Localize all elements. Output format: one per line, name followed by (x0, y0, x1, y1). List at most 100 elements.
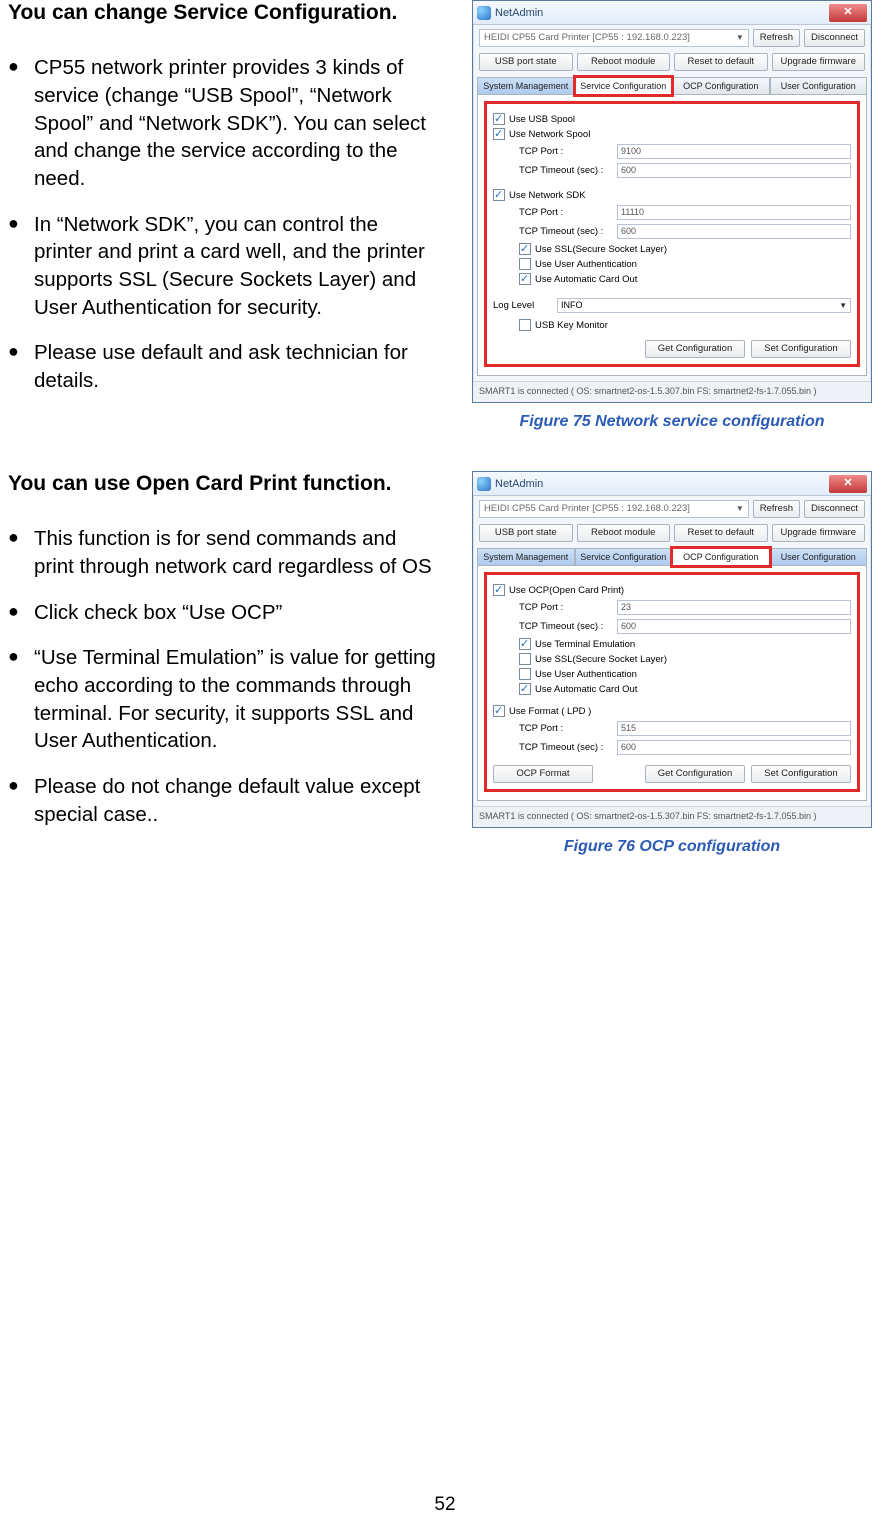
chevron-down-icon: ▼ (736, 501, 744, 517)
section2-figure: NetAdmin ✕ HEIDI CP55 Card Printer [CP55… (462, 471, 882, 856)
section1-bullets: CP55 network printer provides 3 kinds of… (8, 54, 438, 394)
use-auto-card-label: Use Automatic Card Out (535, 274, 637, 285)
use-ocp-label: Use OCP(Open Card Print) (509, 585, 624, 596)
use-auth-checkbox[interactable] (519, 258, 531, 270)
use-network-sdk-checkbox[interactable] (493, 189, 505, 201)
use-ssl-checkbox[interactable] (519, 653, 531, 665)
tcp-port-label: TCP Port : (519, 723, 609, 734)
use-auth-row: Use User Authentication (493, 258, 851, 270)
tcp-timeout-label: TCP Timeout (sec) : (519, 226, 609, 237)
window-title: NetAdmin (495, 478, 825, 490)
use-format-label: Use Format ( LPD ) (509, 706, 591, 717)
bullet-text: In “Network SDK”, you can control the pr… (8, 211, 438, 322)
highlighted-area: Use USB Spool Use Network Spool TCP Port… (484, 101, 860, 367)
set-configuration-button[interactable]: Set Configuration (751, 765, 851, 783)
use-ocp-row: Use OCP(Open Card Print) (493, 584, 851, 596)
tab-system-management[interactable]: System Management (477, 77, 575, 95)
tcp-port-row: TCP Port : 9100 (505, 144, 851, 159)
tcp-timeout-input[interactable]: 600 (617, 740, 851, 755)
use-terminal-label: Use Terminal Emulation (535, 639, 635, 650)
upgrade-firmware-button[interactable]: Upgrade firmware (772, 524, 866, 542)
refresh-button[interactable]: Refresh (753, 29, 800, 47)
get-configuration-button[interactable]: Get Configuration (645, 765, 745, 783)
use-usb-spool-row: Use USB Spool (493, 113, 851, 125)
section2-bullets: This function is for send commands and p… (8, 525, 438, 828)
use-network-spool-row: Use Network Spool (493, 128, 851, 140)
disconnect-button[interactable]: Disconnect (804, 29, 865, 47)
disconnect-button[interactable]: Disconnect (804, 500, 865, 518)
use-usb-spool-checkbox[interactable] (493, 113, 505, 125)
use-auth-label: Use User Authentication (535, 669, 637, 680)
use-ssl-row: Use SSL(Secure Socket Layer) (493, 653, 851, 665)
tcp-port-input[interactable]: 515 (617, 721, 851, 736)
tab-service-configuration[interactable]: Service Configuration (575, 77, 673, 95)
upgrade-firmware-button[interactable]: Upgrade firmware (772, 53, 866, 71)
reboot-button[interactable]: Reboot module (577, 524, 671, 542)
usb-key-monitor-row: USB Key Monitor (493, 319, 851, 331)
section-service-config: You can change Service Configuration. CP… (8, 0, 882, 431)
tcp-port-row-lpd: TCP Port : 515 (505, 721, 851, 736)
usb-port-state-button[interactable]: USB port state (479, 524, 573, 542)
titlebar: NetAdmin ✕ (473, 1, 871, 25)
use-ocp-checkbox[interactable] (493, 584, 505, 596)
refresh-button[interactable]: Refresh (753, 500, 800, 518)
tcp-timeout-input[interactable]: 600 (617, 224, 851, 239)
usb-key-monitor-checkbox[interactable] (519, 319, 531, 331)
tcp-timeout-input[interactable]: 600 (617, 619, 851, 634)
log-level-select[interactable]: INFO ▼ (557, 298, 851, 313)
section2-heading: You can use Open Card Print function. (8, 471, 438, 497)
tab-ocp-configuration[interactable]: OCP Configuration (672, 77, 770, 95)
use-ssl-label: Use SSL(Secure Socket Layer) (535, 654, 667, 665)
tab-user-configuration[interactable]: User Configuration (770, 77, 868, 95)
reset-default-button[interactable]: Reset to default (674, 524, 768, 542)
section1-text: You can change Service Configuration. CP… (8, 0, 462, 431)
use-format-checkbox[interactable] (493, 705, 505, 717)
tab-service-configuration[interactable]: Service Configuration (575, 548, 673, 566)
use-auth-checkbox[interactable] (519, 668, 531, 680)
use-terminal-checkbox[interactable] (519, 638, 531, 650)
usb-key-monitor-label: USB Key Monitor (535, 320, 608, 331)
status-bar: SMART1 is connected ( OS: smartnet2-os-1… (473, 381, 871, 402)
usb-port-state-button[interactable]: USB port state (479, 53, 573, 71)
use-auto-card-checkbox[interactable] (519, 273, 531, 285)
app-favicon-icon (477, 477, 491, 491)
status-bar: SMART1 is connected ( OS: smartnet2-os-1… (473, 806, 871, 827)
tcp-port-input[interactable]: 11110 (617, 205, 851, 220)
tcp-timeout-row: TCP Timeout (sec) : 600 (505, 619, 851, 634)
section1-figure: NetAdmin ✕ HEIDI CP55 Card Printer [CP55… (462, 0, 882, 431)
use-terminal-row: Use Terminal Emulation (493, 638, 851, 650)
tabs: System Management Service Configuration … (473, 77, 871, 95)
reset-default-button[interactable]: Reset to default (674, 53, 768, 71)
get-configuration-button[interactable]: Get Configuration (645, 340, 745, 358)
use-network-spool-checkbox[interactable] (493, 128, 505, 140)
log-level-label: Log Level (493, 300, 551, 311)
service-configuration-pane: Use USB Spool Use Network Spool TCP Port… (477, 94, 867, 376)
chevron-down-icon: ▼ (839, 299, 847, 312)
section1-heading: You can change Service Configuration. (8, 0, 438, 26)
tcp-port-input[interactable]: 9100 (617, 144, 851, 159)
use-auth-row: Use User Authentication (493, 668, 851, 680)
tab-ocp-configuration[interactable]: OCP Configuration (672, 548, 770, 566)
use-network-spool-label: Use Network Spool (509, 129, 590, 140)
section2-text: You can use Open Card Print function. Th… (8, 471, 462, 856)
bullet-text: This function is for send commands and p… (8, 525, 438, 580)
printer-address-value: HEIDI CP55 Card Printer [CP55 : 192.168.… (484, 501, 690, 517)
figure-caption: Figure 76 OCP configuration (462, 838, 882, 856)
ocp-format-button[interactable]: OCP Format (493, 765, 593, 783)
bullet-text: Please use default and ask technician fo… (8, 339, 438, 394)
printer-address-select[interactable]: HEIDI CP55 Card Printer [CP55 : 192.168.… (479, 29, 749, 47)
tab-system-management[interactable]: System Management (477, 548, 575, 566)
tab-user-configuration[interactable]: User Configuration (770, 548, 868, 566)
set-configuration-button[interactable]: Set Configuration (751, 340, 851, 358)
tcp-timeout-input[interactable]: 600 (617, 163, 851, 178)
reboot-button[interactable]: Reboot module (577, 53, 671, 71)
use-auto-card-checkbox[interactable] (519, 683, 531, 695)
highlighted-area: Use OCP(Open Card Print) TCP Port : 23 T… (484, 572, 860, 792)
close-button[interactable]: ✕ (829, 4, 867, 22)
use-ssl-checkbox[interactable] (519, 243, 531, 255)
tcp-timeout-label: TCP Timeout (sec) : (519, 621, 609, 632)
netadmin-window-ocp: NetAdmin ✕ HEIDI CP55 Card Printer [CP55… (472, 471, 872, 828)
printer-address-select[interactable]: HEIDI CP55 Card Printer [CP55 : 192.168.… (479, 500, 749, 518)
tcp-port-input[interactable]: 23 (617, 600, 851, 615)
close-button[interactable]: ✕ (829, 475, 867, 493)
